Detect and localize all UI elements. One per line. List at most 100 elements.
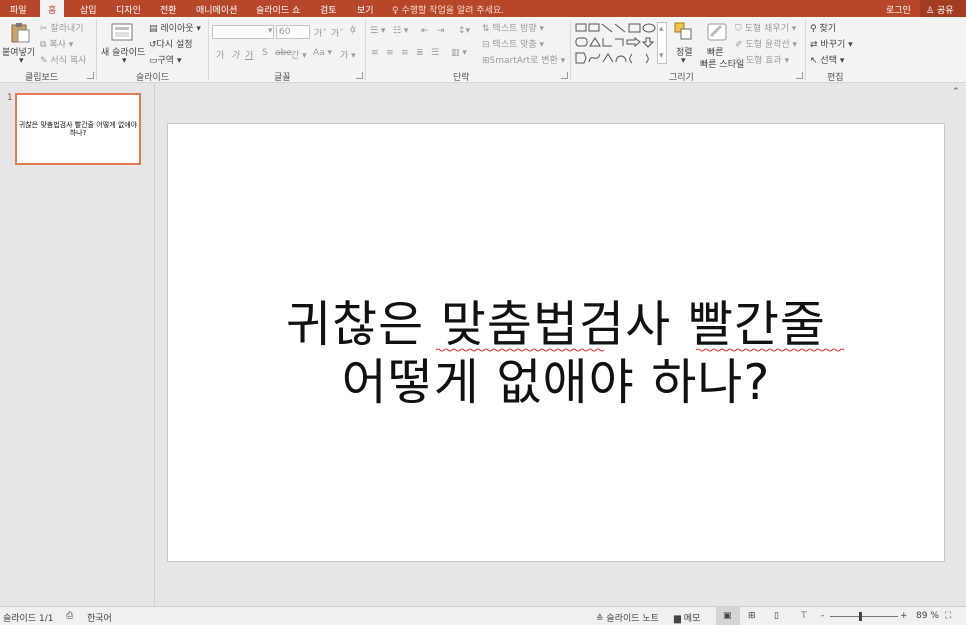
scissors-icon: ✂: [40, 24, 48, 34]
dialog-launcher-icon[interactable]: [356, 72, 363, 79]
decrease-indent-icon[interactable]: ⇤: [421, 26, 429, 36]
text-direction-icon: ⇅: [482, 24, 490, 34]
columns-icon[interactable]: ▥ ▾: [451, 48, 467, 58]
search-icon: ⚲: [810, 24, 817, 34]
share-label: 공유: [936, 6, 954, 16]
paste-icon[interactable]: [9, 22, 31, 47]
group-separator: [365, 20, 366, 80]
login-button[interactable]: 로그인: [886, 3, 911, 16]
tab-review[interactable]: 검토: [320, 3, 337, 16]
tab-animations[interactable]: 애니메이션: [196, 3, 237, 16]
tab-view[interactable]: 보기: [357, 3, 374, 16]
line-spacing-icon[interactable]: ↕▾: [458, 26, 470, 36]
replace-button[interactable]: ⇄ 바꾸기 ▾: [810, 37, 853, 50]
quick-styles-icon[interactable]: [706, 22, 728, 45]
clear-formatting-icon[interactable]: ᾀ: [350, 25, 356, 35]
slide-thumbnail[interactable]: 귀찮은 맞춤법검사 빨간줄 어떻게 없애야 하나?: [15, 93, 141, 165]
zoom-in-button[interactable]: +: [900, 611, 908, 621]
section-button[interactable]: ▭구역 ▾: [149, 53, 181, 66]
zoom-out-button[interactable]: -: [821, 611, 824, 621]
numbering-icon[interactable]: ☷ ▾: [393, 26, 408, 36]
bullets-icon[interactable]: ☰ ▾: [370, 26, 385, 36]
shadow-icon[interactable]: S: [262, 48, 268, 58]
dialog-launcher-icon[interactable]: [87, 72, 94, 79]
tab-insert[interactable]: 삽입: [80, 3, 97, 16]
replace-label: 바꾸기: [820, 40, 846, 50]
shape-effects-button[interactable]: ◌ 도형 효과 ▾: [735, 53, 789, 66]
zoom-level[interactable]: 89 %: [916, 611, 939, 621]
comments-button[interactable]: ▆ 메모: [674, 611, 700, 624]
language-status[interactable]: 한국어: [87, 611, 112, 624]
tab-transitions[interactable]: 전환: [160, 3, 177, 16]
chevron-down-icon[interactable]: ▾: [681, 56, 686, 66]
justify-icon[interactable]: ≣: [416, 48, 424, 58]
slide-sorter-icon[interactable]: ⊞: [748, 611, 756, 621]
underline-icon[interactable]: 가: [245, 48, 253, 61]
slide-canvas[interactable]: 귀찮은 맞춤법검사 빨간줄 어떻게 없애야 하나?: [167, 123, 945, 562]
cursor-icon: ↖: [810, 56, 818, 66]
arrange-icon[interactable]: [674, 22, 692, 43]
smartart-button[interactable]: ⊞SmartArt로 변환 ▾: [482, 53, 565, 66]
shape-fill-button[interactable]: ⛉ 도형 채우기 ▾: [735, 21, 796, 34]
comments-label: 메모: [683, 614, 701, 624]
tab-design[interactable]: 디자인: [116, 3, 141, 16]
shrink-font-icon[interactable]: 가ˇ: [331, 26, 344, 39]
chevron-down-icon[interactable]: ▾: [122, 56, 127, 66]
slide-count[interactable]: 슬라이드 1/1: [3, 611, 53, 624]
cut-label: 잘라내기: [50, 24, 84, 34]
dialog-launcher-icon[interactable]: [561, 72, 568, 79]
strikethrough-icon[interactable]: abe: [275, 48, 292, 58]
align-center-icon[interactable]: ≡: [386, 48, 394, 58]
tab-home[interactable]: 홈: [40, 0, 65, 17]
zoom-slider-thumb[interactable]: [859, 612, 862, 621]
increase-indent-icon[interactable]: ⇥: [437, 26, 445, 36]
new-slide-icon[interactable]: [111, 22, 133, 45]
smartart-label: SmartArt로 변환: [489, 56, 558, 66]
tab-slideshow[interactable]: 슬라이드 쇼: [256, 3, 300, 16]
layout-icon: ▤: [149, 24, 158, 34]
effects-icon: ◌: [735, 56, 743, 66]
align-text-button[interactable]: ⊟ 텍스트 맞춤 ▾: [482, 37, 544, 50]
cut-button[interactable]: ✂ 잘라내기: [40, 21, 84, 34]
change-case-icon[interactable]: Aa ▾: [313, 48, 332, 58]
font-color-icon[interactable]: 가 ▾: [340, 48, 356, 61]
reading-view-icon[interactable]: ▯: [774, 611, 779, 621]
group-separator: [805, 20, 806, 80]
section-label: 구역: [157, 56, 175, 66]
fit-to-window-icon[interactable]: ⛶: [945, 611, 951, 621]
shapes-gallery-scroll[interactable]: ▴ ▾: [657, 22, 667, 64]
group-separator: [96, 20, 97, 80]
slideshow-icon[interactable]: ⊤: [800, 611, 808, 621]
find-button[interactable]: ⚲ 찾기: [810, 21, 836, 34]
chevron-down-icon[interactable]: ▾: [19, 56, 24, 66]
shape-outline-button[interactable]: ✐ 도형 윤곽선 ▾: [735, 37, 797, 50]
collapse-ribbon-icon[interactable]: ⌃: [952, 87, 960, 97]
font-name-combo[interactable]: [212, 25, 274, 39]
align-left-icon[interactable]: ≡: [371, 48, 379, 58]
zoom-slider-track[interactable]: [830, 616, 898, 617]
italic-icon[interactable]: 가: [231, 48, 239, 61]
layout-button[interactable]: ▤ 레이아웃 ▾: [149, 21, 201, 34]
group-label-clipboard: 클립보드: [25, 73, 59, 83]
char-spacing-icon[interactable]: 간 ▾: [291, 48, 307, 61]
group-separator: [570, 20, 571, 80]
align-right-icon[interactable]: ≡: [401, 48, 409, 58]
reset-button[interactable]: ↺다시 설정: [149, 37, 193, 50]
format-painter-button[interactable]: ✎ 서식 복사: [40, 53, 86, 66]
text-direction-button[interactable]: ⇅ 텍스트 방향 ▾: [482, 21, 544, 34]
status-bar: 슬라이드 1/1 ⎙ 한국어 ≙ 슬라이드 노트 ▆ 메모 ▣ ⊞ ▯ ⊤ - …: [0, 606, 966, 625]
share-button[interactable]: ♙ 공유: [920, 0, 966, 17]
copy-button[interactable]: ⧉ 복사 ▾: [40, 37, 73, 50]
chevron-down-icon[interactable]: ▾: [268, 26, 273, 36]
distribute-icon[interactable]: ☰: [431, 48, 439, 58]
shapes-gallery[interactable]: [575, 22, 667, 69]
grow-font-icon[interactable]: 가ˆ: [314, 26, 327, 39]
select-button[interactable]: ↖ 선택 ▾: [810, 53, 844, 66]
tab-file[interactable]: 파일: [10, 3, 27, 16]
bold-icon[interactable]: 가: [216, 48, 224, 61]
font-size-combo[interactable]: 60: [276, 25, 310, 39]
spellcheck-status-icon[interactable]: ⎙: [66, 611, 73, 621]
notes-button[interactable]: ≙ 슬라이드 노트: [596, 611, 659, 624]
tell-me-box[interactable]: ♀ 수행할 작업을 알려 주세요.: [392, 3, 504, 16]
dialog-launcher-icon[interactable]: [796, 72, 803, 79]
